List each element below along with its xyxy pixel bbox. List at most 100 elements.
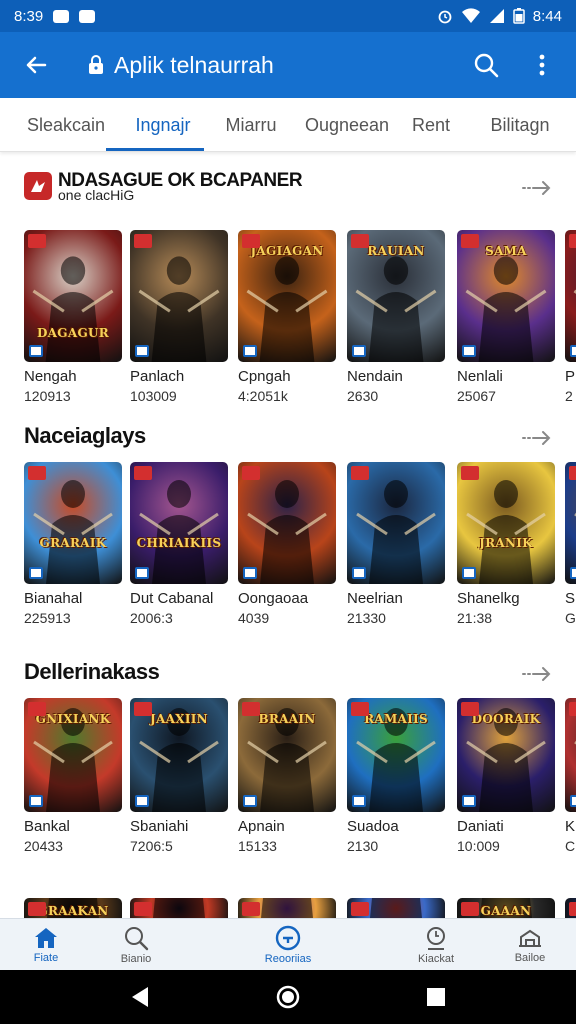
rating-badge-icon xyxy=(242,902,260,916)
app-card[interactable]: RAUIAN Nendain 2630 xyxy=(347,230,445,422)
nav-label: Reooriias xyxy=(264,953,312,965)
app-card[interactable]: SG xyxy=(565,462,576,644)
section-header: Naceiaglays xyxy=(24,416,146,456)
app-thumbnail[interactable]: RAMAIIS xyxy=(347,698,445,812)
content-scroll[interactable]: NDASAGUE OK BCAPANER one clacHiG DAGAGUR Ne… xyxy=(0,152,576,918)
app-card[interactable] xyxy=(347,898,445,918)
tab-label: Miarru xyxy=(225,114,277,135)
app-name: Sbaniahi xyxy=(130,818,189,835)
nav-label: Bailoe xyxy=(514,952,546,964)
app-thumbnail[interactable] xyxy=(130,898,228,918)
nav-item-home[interactable]: Fiate xyxy=(6,919,86,971)
app-thumbnail[interactable]: JRANIK xyxy=(457,462,555,584)
app-store-badge-icon xyxy=(243,795,257,807)
app-card[interactable]: P2 xyxy=(565,230,576,422)
app-card[interactable]: RAMAIIS Suadoa 2130 xyxy=(347,698,445,872)
download-count: 2630 xyxy=(347,388,379,404)
app-thumbnail[interactable] xyxy=(238,462,336,584)
character-artwork xyxy=(457,462,555,584)
tab-4[interactable]: Rent xyxy=(400,98,462,152)
app-thumbnail[interactable] xyxy=(347,462,445,584)
nav-item-tracker[interactable]: Kiackat xyxy=(394,919,478,971)
app-card[interactable]: GRARAIK Bianahal 225913 xyxy=(24,462,122,644)
app-thumbnail[interactable] xyxy=(130,230,228,362)
nav-item-search[interactable]: Bianio xyxy=(96,919,176,971)
app-name: Panlach xyxy=(130,368,185,385)
tab-1[interactable]: Ingnajr xyxy=(118,98,208,152)
tab-0[interactable]: Sleakcain xyxy=(14,98,118,152)
category-tabs: Sleakcain Ingnajr Miarru Ougneean Rent B… xyxy=(0,98,576,152)
tab-2[interactable]: Miarru xyxy=(208,98,294,152)
app-thumbnail[interactable]: DAGAGUR xyxy=(24,230,122,362)
see-more-button[interactable] xyxy=(522,178,552,198)
app-card[interactable] xyxy=(130,898,228,918)
tab-3[interactable]: Ougneean xyxy=(294,98,400,152)
search-button[interactable] xyxy=(458,32,514,98)
app-card[interactable]: KC xyxy=(565,698,576,872)
nav-item-recommended[interactable]: Reooriias xyxy=(242,919,334,971)
app-thumbnail[interactable]: GNIXIANK xyxy=(24,698,122,812)
app-thumbnail[interactable]: RAUIAN xyxy=(347,230,445,362)
app-card[interactable]: JAGIAGAN Cpngah 4:2051k xyxy=(238,230,336,422)
app-card[interactable]: DOORAIK Daniati 10:009 xyxy=(457,698,555,872)
app-card[interactable]: Oongaoaa 4039 xyxy=(238,462,336,644)
app-store-badge-icon xyxy=(352,567,366,579)
app-thumbnail[interactable] xyxy=(565,898,576,918)
section-title: Naceiaglays xyxy=(24,423,146,448)
rating-badge-icon xyxy=(242,702,260,716)
system-recents-button[interactable] xyxy=(406,970,466,1024)
app-card[interactable]: BRAAIN Apnain 15133 xyxy=(238,698,336,872)
app-thumbnail[interactable]: GRARAIK xyxy=(24,462,122,584)
page-title: Aplik telnaurrah xyxy=(114,51,274,78)
app-name: Apnain xyxy=(238,818,285,835)
app-card[interactable]: GRAAKAN xyxy=(24,898,122,918)
rating-badge-icon xyxy=(134,702,152,716)
app-card[interactable]: GNIXIANK Bankal 20433 xyxy=(24,698,122,872)
nav-item-library[interactable]: Bailoe xyxy=(490,919,570,971)
app-card[interactable]: CHRIAIKIIS Dut Cabanal 2006:3 xyxy=(130,462,228,644)
app-thumbnail[interactable]: JAAXIIN xyxy=(130,698,228,812)
app-card[interactable]: JAAXIIN Sbaniahi 7206:5 xyxy=(130,698,228,872)
back-button[interactable] xyxy=(0,32,72,98)
download-count: 2130 xyxy=(347,838,379,854)
app-thumbnail[interactable] xyxy=(565,462,576,584)
app-thumbnail[interactable]: DOORAIK xyxy=(457,698,555,812)
app-card[interactable]: Panlach 103009 xyxy=(130,230,228,422)
app-thumbnail[interactable]: GAAAN xyxy=(457,898,555,918)
app-thumbnail[interactable] xyxy=(565,698,576,812)
app-thumbnail[interactable]: GRAAKAN xyxy=(24,898,122,918)
app-thumbnail[interactable]: CHRIAIKIIS xyxy=(130,462,228,584)
notification-icon-2 xyxy=(79,9,96,23)
app-card[interactable] xyxy=(565,898,576,918)
app-card[interactable]: GAAAN xyxy=(457,898,555,918)
bottom-navigation: Fiate Bianio Reooriias Kiackat Bailoe xyxy=(0,918,576,970)
see-more-button[interactable] xyxy=(522,664,552,684)
app-thumbnail[interactable]: JAGIAGAN xyxy=(238,230,336,362)
download-count: 4:2051k xyxy=(238,388,288,404)
app-thumbnail[interactable] xyxy=(565,230,576,362)
app-card[interactable]: JRANIK Shanelkg 21:38 xyxy=(457,462,555,644)
section-header: Dellerinakass xyxy=(24,652,160,692)
app-card[interactable]: SAMA Nenlali 25067 xyxy=(457,230,555,422)
app-thumbnail[interactable] xyxy=(238,898,336,918)
download-count: 120913 xyxy=(24,388,71,404)
app-card[interactable]: DAGAGUR Nengah 120913 xyxy=(24,230,122,422)
tab-5[interactable]: Bilitagn xyxy=(472,98,568,152)
rating-badge-icon xyxy=(28,466,46,480)
app-card[interactable]: Neelrian 21330 xyxy=(347,462,445,644)
section-header: NDASAGUE OK BCAPANER one clacHiG xyxy=(24,166,303,206)
system-home-button[interactable] xyxy=(258,970,318,1024)
app-card[interactable] xyxy=(238,898,336,918)
more-options-button[interactable] xyxy=(514,32,570,98)
system-back-button[interactable] xyxy=(110,970,170,1024)
app-store-badge-icon xyxy=(570,345,576,357)
tab-label: Bilitagn xyxy=(490,114,550,135)
app-thumbnail[interactable]: BRAAIN xyxy=(238,698,336,812)
app-store-badge-icon xyxy=(462,795,476,807)
signal-icon xyxy=(489,9,504,23)
app-thumbnail[interactable] xyxy=(347,898,445,918)
character-artwork xyxy=(565,462,576,584)
download-count: 25067 xyxy=(457,388,496,404)
see-more-button[interactable] xyxy=(522,428,552,448)
app-thumbnail[interactable]: SAMA xyxy=(457,230,555,362)
